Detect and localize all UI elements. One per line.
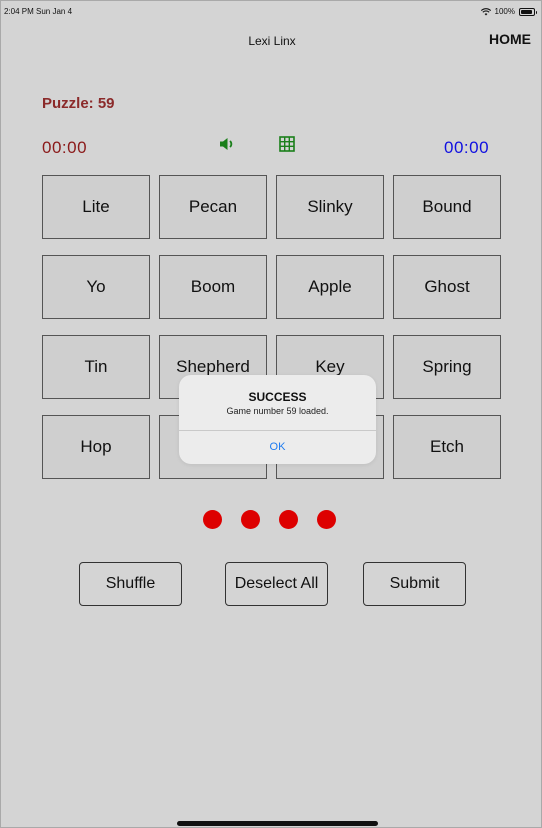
status-bar: 2:04 PM Sun Jan 4 100% [1,4,542,18]
success-alert: SUCCESS Game number 59 loaded. OK [179,375,376,464]
alert-title: SUCCESS [248,390,307,404]
speaker-icon[interactable] [219,136,237,152]
mistake-dot [203,510,222,529]
status-right: 100% [480,7,537,16]
word-tile[interactable]: Spring [393,335,501,399]
mistake-dot [279,510,298,529]
app-frame: 2:04 PM Sun Jan 4 100% Lexi Linx HOME Pu… [0,0,542,828]
word-tile[interactable]: Apple [276,255,384,319]
alert-ok-button[interactable]: OK [179,431,376,464]
word-tile[interactable]: Tin [42,335,150,399]
word-tile[interactable]: Ghost [393,255,501,319]
puzzle-label: Puzzle: 59 [42,95,115,112]
home-indicator[interactable] [177,821,378,826]
deselect-all-button[interactable]: Deselect All [225,562,328,606]
word-tile[interactable]: Boom [159,255,267,319]
timer-right: 00:00 [444,138,490,157]
word-tile[interactable]: Bound [393,175,501,239]
battery-icon [519,7,537,16]
wifi-icon [480,7,491,15]
grid-icon[interactable] [279,136,295,152]
shuffle-button[interactable]: Shuffle [79,562,182,606]
battery-percent: 100% [494,7,515,16]
word-tile[interactable]: Etch [393,415,501,479]
nav-title: Lexi Linx [248,34,296,48]
home-button[interactable]: HOME [489,31,531,47]
word-tile[interactable]: Pecan [159,175,267,239]
timer-left: 00:00 [42,138,88,157]
word-tile[interactable]: Lite [42,175,150,239]
word-tile[interactable]: Yo [42,255,150,319]
word-tile[interactable]: Hop [42,415,150,479]
alert-message: Game number 59 loaded. [226,406,329,416]
status-time: 2:04 PM Sun Jan 4 [4,7,73,16]
mistakes-remaining-dots [203,510,336,529]
word-tile[interactable]: Slinky [276,175,384,239]
submit-button[interactable]: Submit [363,562,466,606]
mistake-dot [241,510,260,529]
mistake-dot [317,510,336,529]
